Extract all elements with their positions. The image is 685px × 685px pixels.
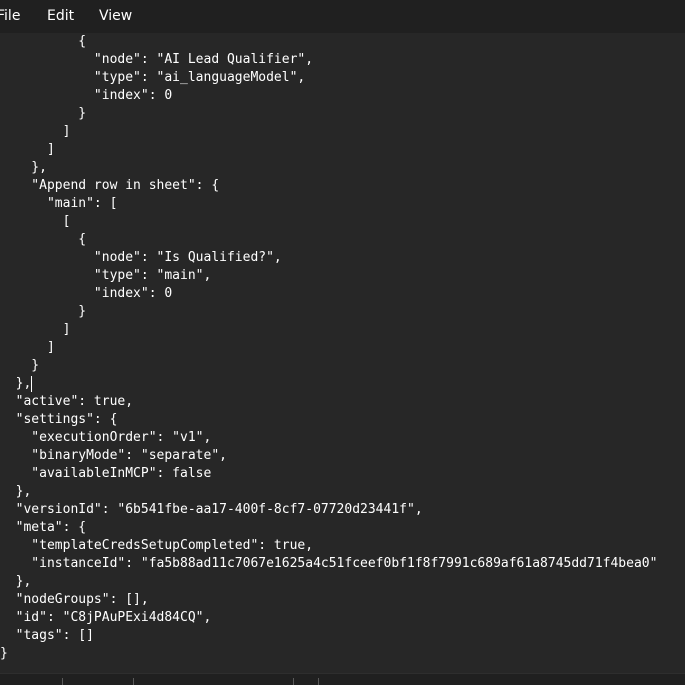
code-line: [ [0,214,71,229]
code-line: }, [0,160,47,175]
code-line: "binaryMode": "separate", [0,448,227,463]
text-editor-area[interactable]: { "node": "AI Lead Qualifier", "type": "… [0,33,685,673]
code-line: } [0,646,8,661]
code-line: "type": "ai_languageModel", [0,70,306,85]
status-divider [318,678,319,685]
code-line: "node": "Is Qualified?", [0,250,282,265]
code-line: "Append row in sheet": { [0,178,220,193]
code-line: "versionId": "6b541fbe-aa17-400f-8cf7-07… [0,502,423,517]
code-line: ] [0,124,71,139]
code-line: "availableInMCP": false [0,466,212,481]
code-line: ] [0,142,55,157]
code-line: ] [0,340,55,355]
code-line: "active": true, [0,394,134,409]
code-line: ] [0,322,71,337]
code-line: { [0,232,87,247]
code-line: }, [0,376,32,391]
code-line: { [0,34,87,49]
code-line: "nodeGroups": [], [0,592,149,607]
code-line: } [0,358,40,373]
menu-edit[interactable]: Edit [47,8,74,24]
menu-file[interactable]: File [0,8,20,24]
code-line: "meta": { [0,520,87,535]
code-line: } [0,106,87,121]
code-line: "main": [ [0,196,118,211]
menu-view[interactable]: View [99,8,132,24]
code-line: "templateCredsSetupCompleted": true, [0,538,314,553]
code-line: "index": 0 [0,286,173,301]
menu-bar: File Edit View [0,0,685,33]
code-line: "type": "main", [0,268,212,283]
text-caret [31,376,32,392]
code-line: }, [0,574,32,589]
status-divider [293,678,294,685]
code-line: }, [0,484,32,499]
code-line: "id": "C8jPAuPExi4d84CQ", [0,610,212,625]
code-line: "instanceId": "fa5b88ad11c7067e1625a4c51… [0,556,658,571]
code-line: "node": "AI Lead Qualifier", [0,52,314,67]
code-line: "tags": [] [0,628,94,643]
status-bar [0,673,685,685]
code-line: "settings": { [0,412,118,427]
notepad-window: File Edit View { "node": "AI Lead Qualif… [0,0,685,685]
code-line: "index": 0 [0,88,173,103]
status-divider [62,678,63,685]
code-line: } [0,304,87,319]
code-line: "executionOrder": "v1", [0,430,212,445]
status-divider [133,678,134,685]
